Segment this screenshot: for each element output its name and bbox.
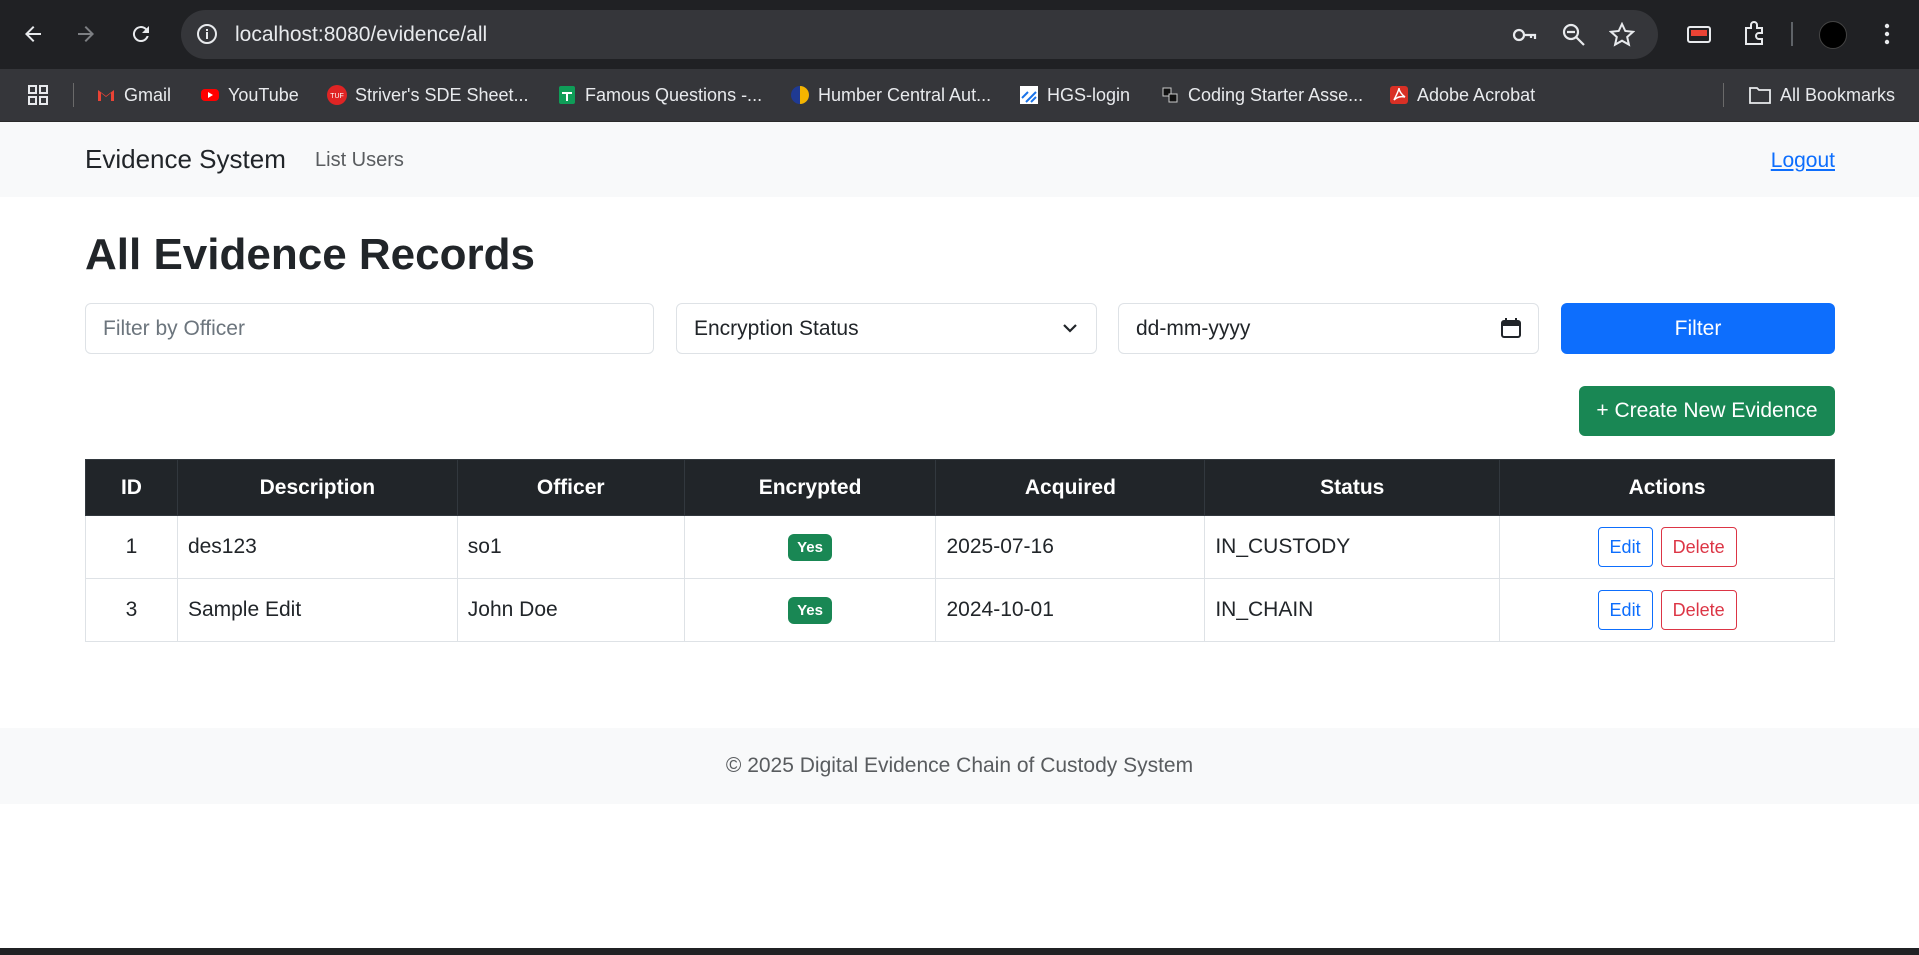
table-row: 3 Sample Edit John Doe Yes 2024-10-01 IN… (85, 578, 1835, 642)
extensions-icon[interactable] (1740, 20, 1768, 48)
table-row: 1 des123 so1 Yes 2025-07-16 IN_CUSTODY E… (85, 515, 1835, 579)
gmail-icon (98, 90, 114, 101)
column-header-status: Status (1204, 459, 1501, 516)
column-header-acquired: Acquired (935, 459, 1206, 516)
forward-button[interactable] (70, 18, 102, 50)
site-info-icon[interactable] (195, 22, 219, 46)
cell-acquired: 2024-10-01 (935, 578, 1206, 642)
app-navbar: Evidence System List Users Logout (0, 122, 1919, 197)
youtube-icon (201, 89, 219, 101)
officer-filter-input[interactable]: Filter by Officer (85, 303, 654, 354)
key-icon[interactable] (1511, 22, 1537, 48)
bookmark-label: Gmail (124, 84, 172, 105)
reload-icon (132, 26, 149, 43)
toolbar-divider (1791, 22, 1793, 46)
reload-button[interactable] (125, 18, 157, 50)
cell-officer: so1 (456, 515, 685, 579)
cell-encrypted: Yes (683, 515, 937, 579)
svg-text:TUF: TUF (330, 93, 344, 100)
sheets-icon (559, 86, 575, 104)
bookmark-label: HGS-login (1047, 84, 1131, 105)
delete-button[interactable]: Delete (1660, 590, 1737, 630)
bookmark-hgs[interactable]: HGS-login (1019, 80, 1130, 110)
cell-id: 1 (85, 515, 178, 579)
cell-encrypted: Yes (683, 578, 937, 642)
acrobat-icon (1390, 86, 1408, 104)
browser-toolbar: localhost:8080/evidence/all (0, 0, 1919, 69)
table-header-row: ID Description Officer Encrypted Acquire… (85, 459, 1835, 516)
cell-status: IN_CUSTODY (1204, 515, 1501, 579)
cell-actions: Edit Delete (1499, 578, 1835, 642)
arrow-left-icon (25, 26, 41, 42)
bookmarks-bar: Gmail YouTube TUF Striver's SDE Sheet...… (0, 69, 1919, 122)
cell-actions: Edit Delete (1499, 515, 1835, 579)
bookmark-label: Humber Central Aut... (818, 84, 992, 105)
calendar-icon[interactable] (1500, 317, 1522, 339)
cell-id: 3 (85, 578, 178, 642)
bookmarks-divider (73, 83, 74, 107)
bookmark-label: YouTube (228, 84, 299, 105)
logout-link[interactable]: Logout (1771, 149, 1835, 173)
bookmark-humber[interactable]: Humber Central Aut... (790, 80, 991, 110)
bookmark-striver[interactable]: TUF Striver's SDE Sheet... (327, 80, 529, 110)
footer: © 2025 Digital Evidence Chain of Custody… (0, 728, 1919, 804)
all-bookmarks[interactable]: All Bookmarks (1748, 80, 1895, 110)
encrypted-badge: Yes (788, 533, 832, 561)
menu-kebab-icon[interactable] (1873, 20, 1901, 48)
acquired-date-input[interactable]: dd-mm-yyyy (1118, 303, 1539, 354)
officer-filter-placeholder: Filter by Officer (103, 316, 245, 340)
taskbar-edge (0, 948, 1919, 955)
column-header-actions: Actions (1499, 459, 1835, 516)
apps-grid-icon[interactable] (26, 83, 50, 107)
star-icon[interactable] (1609, 22, 1635, 48)
encryption-status-value: Encryption Status (694, 316, 859, 340)
page-title: All Evidence Records (85, 230, 535, 279)
cell-description: Sample Edit (176, 578, 458, 642)
brand-link[interactable]: Evidence System (85, 144, 286, 175)
zoom-icon[interactable] (1561, 22, 1587, 48)
column-header-encrypted: Encrypted (683, 459, 937, 516)
folder-icon (1749, 87, 1771, 104)
cell-officer: John Doe (456, 578, 685, 642)
cell-description: des123 (176, 515, 458, 579)
encryption-status-select[interactable]: Encryption Status (676, 303, 1097, 354)
address-bar[interactable]: localhost:8080/evidence/all (181, 10, 1658, 59)
cell-acquired: 2025-07-16 (935, 515, 1206, 579)
bookmark-youtube[interactable]: YouTube (200, 80, 299, 110)
footer-text: © 2025 Digital Evidence Chain of Custody… (725, 754, 1194, 777)
cast-icon[interactable] (1685, 20, 1713, 48)
delete-button[interactable]: Delete (1660, 527, 1737, 567)
cell-status: IN_CHAIN (1204, 578, 1501, 642)
back-button[interactable] (17, 18, 49, 50)
date-placeholder: dd-mm-yyyy (1136, 316, 1251, 340)
all-bookmarks-label: All Bookmarks (1780, 84, 1896, 105)
bookmarks-divider (1723, 83, 1724, 107)
nav-link-list-users[interactable]: List Users (315, 149, 404, 172)
chevron-down-icon (1063, 324, 1077, 333)
filter-button[interactable]: Filter (1561, 303, 1835, 354)
edit-button[interactable]: Edit (1597, 527, 1653, 567)
column-header-id: ID (85, 459, 178, 516)
tuf-icon: TUF (327, 85, 347, 105)
hgs-icon (1020, 86, 1038, 104)
bookmark-acrobat[interactable]: Adobe Acrobat (1389, 80, 1535, 110)
arrow-right-icon (78, 26, 94, 42)
bookmark-famous-questions[interactable]: Famous Questions -... (557, 80, 762, 110)
bookmark-label: Adobe Acrobat (1417, 84, 1536, 105)
edit-button[interactable]: Edit (1597, 590, 1653, 630)
create-evidence-button[interactable]: + Create New Evidence (1579, 386, 1835, 436)
bookmark-coding-starter[interactable]: Coding Starter Asse... (1160, 80, 1363, 110)
profile-avatar[interactable] (1819, 21, 1847, 49)
bookmark-gmail[interactable]: Gmail (96, 80, 171, 110)
encrypted-badge: Yes (788, 596, 832, 624)
bookmark-label: Famous Questions -... (585, 84, 763, 105)
evidence-table: ID Description Officer Encrypted Acquire… (85, 459, 1835, 642)
bookmark-label: Striver's SDE Sheet... (355, 84, 529, 105)
bookmark-label: Coding Starter Asse... (1188, 84, 1364, 105)
column-header-officer: Officer (456, 459, 685, 516)
url-text[interactable]: localhost:8080/evidence/all (235, 23, 487, 47)
coding-icon (1162, 87, 1178, 103)
humber-icon (791, 86, 809, 104)
column-header-description: Description (176, 459, 458, 516)
